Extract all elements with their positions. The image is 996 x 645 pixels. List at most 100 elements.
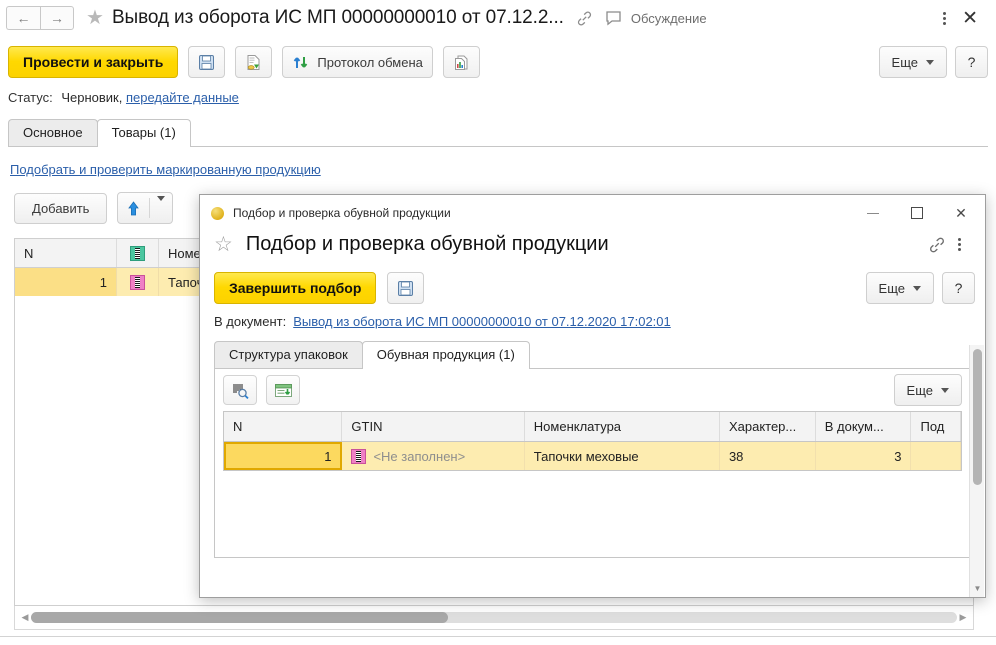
shoe-products-grid-header: N GTIN Номенклатура Характер... В докум.… — [224, 412, 961, 442]
scroll-down-arrow-icon[interactable]: ▼ — [970, 584, 985, 593]
floppy-disk-icon — [397, 280, 414, 297]
help-button[interactable]: ? — [955, 46, 988, 78]
exchange-protocol-label: Протокол обмена — [317, 54, 423, 70]
write-document-button[interactable] — [235, 46, 273, 78]
marking-code-pink-icon — [130, 274, 145, 290]
cell-marking-icon[interactable] — [117, 268, 159, 296]
up-down-arrows-icon — [292, 54, 310, 71]
scroll-right-arrow-icon[interactable]: ▶ — [957, 612, 969, 623]
star-icon[interactable]: ★ — [86, 8, 104, 28]
dialog-command-bar: Завершить подбор Еще ? — [200, 266, 985, 310]
grid-toolbar: Добавить — [14, 192, 174, 224]
star-icon[interactable]: ☆ — [214, 234, 233, 255]
column-header-characteristic[interactable]: Характер... — [720, 412, 816, 441]
chevron-down-icon[interactable] — [150, 195, 172, 216]
report-chart-icon — [453, 54, 470, 71]
barcode-search-icon — [231, 382, 250, 399]
column-header-gtin[interactable]: GTIN — [342, 412, 525, 441]
status-label: Статус: — [8, 90, 53, 105]
panel-more-button[interactable]: Еще — [893, 374, 962, 406]
comment-icon[interactable] — [605, 10, 624, 27]
cell-in-document[interactable]: 3 — [816, 442, 912, 470]
report-button[interactable] — [442, 46, 480, 78]
tab-obuvnaya-produkciya[interactable]: Обувная продукция (1) — [361, 341, 530, 369]
main-tabs: Основное Товары (1) — [8, 119, 988, 147]
cell-gtin[interactable]: <Не заполнен> — [342, 442, 525, 470]
save-button[interactable] — [387, 272, 425, 304]
column-header-n[interactable]: N — [224, 412, 343, 441]
close-icon[interactable]: ✕ — [939, 196, 983, 230]
navigation-buttons: ← → — [6, 6, 74, 30]
link-icon[interactable] — [928, 236, 946, 254]
kebab-menu-icon[interactable] — [948, 236, 971, 253]
help-button[interactable]: ? — [942, 272, 975, 304]
exchange-protocol-button[interactable]: Протокол обмена — [282, 46, 433, 78]
tab-osnovnoe[interactable]: Основное — [8, 119, 98, 146]
tab-struktura-upakovok[interactable]: Структура упаковок — [214, 341, 363, 368]
more-button-label: Еще — [891, 54, 918, 70]
application-root: ← → ★ Вывод из оборота ИС МП 00000000010… — [0, 0, 996, 645]
more-button[interactable]: Еще — [865, 272, 934, 304]
link-icon[interactable] — [576, 10, 593, 27]
tab-tovary[interactable]: Товары (1) — [96, 119, 191, 147]
dialog-window-buttons: ✕ — [851, 196, 983, 230]
up-arrow-icon — [118, 200, 149, 217]
document-reference-link[interactable]: Вывод из оборота ИС МП 00000000010 от 07… — [293, 314, 671, 329]
document-write-icon — [245, 54, 262, 71]
finish-pick-button[interactable]: Завершить подбор — [214, 272, 377, 304]
scroll-left-arrow-icon[interactable]: ◀ — [19, 612, 31, 623]
document-reference-line: В документ: Вывод из оборота ИС МП 00000… — [200, 310, 985, 329]
column-header-nomenclature[interactable]: Номенклатура — [525, 412, 720, 441]
dialog-vertical-scrollbar[interactable]: ▼ — [969, 345, 984, 597]
yellow-circle-icon — [211, 206, 224, 220]
document-reference-label: В документ: — [214, 314, 287, 329]
discussion-label[interactable]: Обсуждение — [631, 11, 707, 26]
scrollbar-track[interactable] — [31, 612, 957, 623]
more-button-label: Еще — [878, 280, 905, 296]
kebab-menu-icon[interactable] — [933, 10, 956, 27]
table-import-green-icon — [274, 382, 293, 399]
chevron-down-icon — [926, 59, 934, 65]
cell-pod[interactable] — [911, 442, 961, 470]
dialog-header: ☆ Подбор и проверка обувной продукции — [200, 231, 985, 266]
horizontal-scrollbar[interactable]: ◀ ▶ — [14, 606, 974, 630]
back-arrow-icon[interactable]: ← — [6, 6, 40, 30]
dialog-title: Подбор и проверка обувной продукции — [245, 233, 609, 255]
pick-and-check-link[interactable]: Подобрать и проверить маркированную прод… — [10, 162, 321, 177]
column-header-n[interactable]: N — [15, 239, 117, 267]
dialog-command-bar-right: Еще ? — [865, 272, 975, 304]
cell-n[interactable]: 1 — [15, 268, 117, 296]
status-line: Статус: Черновик, передайте данные — [8, 90, 239, 105]
add-button[interactable]: Добавить — [14, 192, 108, 224]
fill-table-button[interactable] — [266, 375, 300, 405]
chevron-down-icon — [913, 285, 921, 291]
cell-nomenclature[interactable]: Тапочки меховые — [525, 442, 720, 470]
cell-n[interactable]: 1 — [224, 442, 343, 470]
chevron-down-icon — [941, 387, 949, 393]
cell-gtin-value: <Не заполнен> — [373, 448, 466, 464]
minimize-icon[interactable] — [851, 196, 895, 230]
marking-code-pink-icon — [351, 448, 367, 464]
column-header-in-document[interactable]: В докум... — [816, 412, 912, 441]
upload-split-button[interactable] — [117, 192, 174, 224]
main-command-bar: Провести и закрыть Протокол обмена Еще ? — [0, 36, 996, 88]
save-button[interactable] — [188, 46, 226, 78]
scrollbar-thumb[interactable] — [31, 612, 448, 623]
maximize-icon[interactable] — [895, 196, 939, 230]
transfer-data-link[interactable]: передайте данные — [126, 90, 239, 105]
titlebar-right-controls: ✕ — [933, 7, 990, 30]
forward-arrow-icon[interactable]: → — [40, 6, 74, 30]
main-command-bar-right: Еще ? — [878, 46, 988, 78]
cell-characteristic[interactable]: 38 — [720, 442, 816, 470]
panel-more-button-label: Еще — [906, 382, 933, 398]
barcode-search-button[interactable] — [223, 375, 257, 405]
column-header-pod[interactable]: Под — [911, 412, 961, 441]
close-icon[interactable]: ✕ — [956, 7, 986, 30]
window-bottom-edge — [0, 636, 996, 637]
post-and-close-button[interactable]: Провести и закрыть — [8, 46, 179, 78]
floppy-disk-icon — [198, 54, 215, 71]
table-row[interactable]: 1 <Не заполнен> Тапочки меховые 38 3 — [224, 442, 961, 470]
more-button[interactable]: Еще — [878, 46, 947, 78]
scrollbar-thumb[interactable] — [973, 349, 982, 485]
column-header-marking-icon[interactable] — [117, 239, 159, 267]
